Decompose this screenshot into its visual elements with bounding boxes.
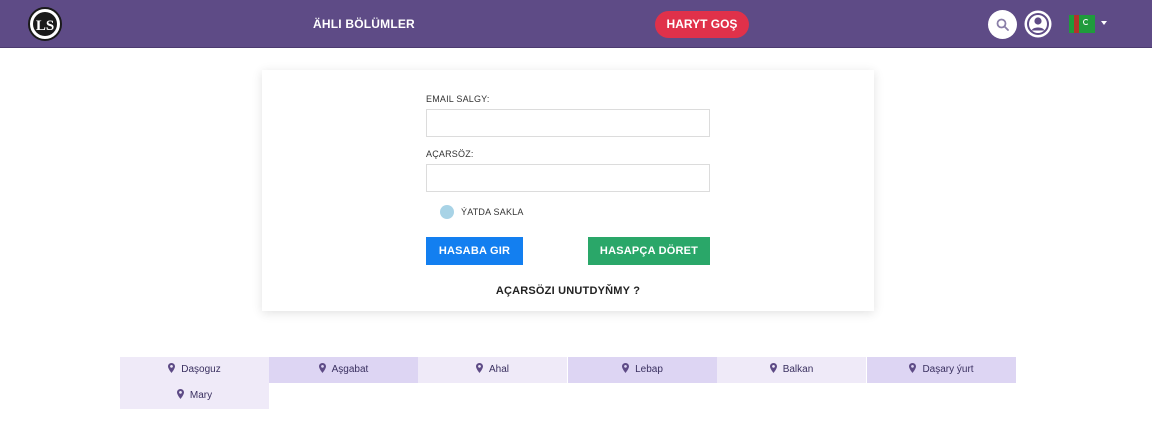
region-item-asgabat[interactable]: Aşgabat xyxy=(269,357,418,383)
login-card: EMAIL SALGY: AÇARSÖZ: ÝATDA SAKLA HASABA… xyxy=(262,70,874,311)
remember-me-label: ÝATDA SAKLA xyxy=(461,207,524,217)
top-navbar: LS ÄHLI BÖLÜMLER HARYT GOŞ xyxy=(0,0,1152,48)
region-label: Lebap xyxy=(635,364,663,375)
region-label: Ahal xyxy=(488,364,509,375)
user-circle-icon xyxy=(1024,10,1052,38)
region-item-dasoguz[interactable]: Daşoguz xyxy=(120,357,269,383)
map-pin-icon xyxy=(168,363,176,373)
region-label: Mary xyxy=(189,390,213,401)
remember-me-radio[interactable] xyxy=(440,205,454,219)
map-pin-icon xyxy=(176,389,184,399)
map-pin-icon xyxy=(769,363,777,373)
region-item-balkan[interactable]: Balkan xyxy=(717,357,866,383)
login-button[interactable]: HASABA GIR xyxy=(426,237,523,265)
map-pin-icon xyxy=(909,363,917,373)
language-selector[interactable] xyxy=(1069,15,1111,35)
flag-stripe xyxy=(1074,15,1079,33)
all-sections-link[interactable]: ÄHLI BÖLÜMLER xyxy=(313,17,415,31)
create-account-button[interactable]: HASAPÇA DÖRET xyxy=(588,237,710,265)
search-icon xyxy=(996,18,1009,31)
chevron-down-icon xyxy=(1101,21,1107,25)
shop-button[interactable]: HARYT GOŞ xyxy=(655,11,749,38)
flag-crescent xyxy=(1083,19,1089,25)
search-button[interactable] xyxy=(988,10,1017,39)
email-field[interactable] xyxy=(426,109,710,137)
map-pin-icon xyxy=(622,363,630,373)
email-label: EMAIL SALGY: xyxy=(426,94,490,104)
region-label: Daşary ýurt xyxy=(922,364,974,375)
password-field[interactable] xyxy=(426,164,710,192)
region-label: Balkan xyxy=(782,364,814,375)
region-label: Aşgabat xyxy=(331,364,369,375)
logo-mark-icon: LS xyxy=(33,12,57,36)
map-pin-icon xyxy=(475,363,483,373)
map-pin-icon xyxy=(318,363,326,373)
logo-text: LS xyxy=(36,18,54,34)
region-item-mary[interactable]: Mary xyxy=(120,383,269,409)
account-button[interactable] xyxy=(1023,9,1053,39)
forgot-password-link[interactable]: AÇARSÖZI UNUTDYŇMY ? xyxy=(262,285,874,297)
region-item-lebap[interactable]: Lebap xyxy=(568,357,717,383)
region-list: Daşoguz Aşgabat Ahal Lebap Balkan Daşary… xyxy=(120,357,1016,409)
region-label: Daşoguz xyxy=(181,364,221,375)
region-item-dasary-yurt[interactable]: Daşary ýurt xyxy=(867,357,1016,383)
site-logo[interactable]: LS xyxy=(28,7,62,41)
turkmenistan-flag-icon xyxy=(1069,15,1095,33)
region-item-ahal[interactable]: Ahal xyxy=(418,357,567,383)
password-label: AÇARSÖZ: xyxy=(426,149,474,159)
